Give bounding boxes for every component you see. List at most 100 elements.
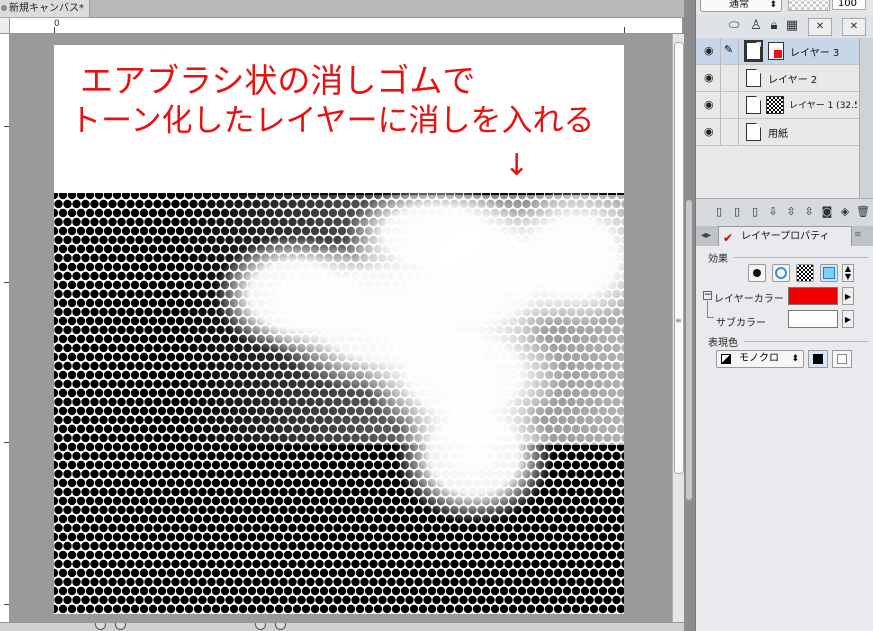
blend-mode-select[interactable]: 通常 ⬍ [700, 0, 782, 12]
layer-color-menu-arrow[interactable]: ▶ [842, 287, 854, 305]
effect-extract-line-button[interactable] [772, 264, 790, 282]
vertical-ruler [0, 34, 10, 622]
pen-edit-icon: ✎ [724, 43, 734, 56]
layer-row-3[interactable]: ◉ ✎ レイヤー 3 [696, 38, 859, 65]
tree-connector [707, 301, 714, 318]
new-raster-layer-icon[interactable]: ▯ [712, 205, 726, 219]
eye-icon[interactable]: ◉ [704, 44, 714, 57]
sub-color-label: サブカラー [716, 318, 766, 329]
layer-row-paper[interactable]: ◉ 用紙 [696, 119, 859, 146]
layer-toolbar: ⬭ ♙ 🔒︎ ▦ ✕ ✕ [696, 14, 873, 39]
layer-color-label: レイヤーカラー [714, 294, 784, 305]
right-panel: 通常 ⬍ 100 ⬭ ♙ 🔒︎ ▦ ✕ ✕ ◉ ✎ レイヤー 3 ◉ レイヤー … [696, 0, 873, 631]
layer-name: レイヤー 1 (32.5 [789, 101, 857, 111]
ruler-tick [624, 27, 625, 33]
apply-mask-icon[interactable]: ◈ [838, 205, 852, 219]
layer-row-1[interactable]: ◉ レイヤー 1 (32.5 [696, 92, 859, 119]
layer-thumbnail [746, 69, 761, 87]
document-tab[interactable]: 新規キャンバス* [0, 0, 90, 18]
zoom-out-icon[interactable] [95, 623, 106, 630]
tab-layer-property-label: レイヤープロパティ [741, 231, 830, 242]
chevron-updown-icon: ⬍ [791, 354, 799, 364]
effect-border-button[interactable] [748, 264, 766, 282]
eye-icon[interactable]: ◉ [704, 98, 714, 111]
blend-mode-value: 通常 [729, 0, 749, 10]
trash-icon[interactable]: 🗑︎ [856, 205, 870, 219]
ruler-corner [0, 18, 10, 34]
blend-row: 通常 ⬍ 100 [696, 0, 873, 15]
monochrome-icon [721, 354, 731, 364]
layer-name: レイヤー 2 [768, 75, 818, 86]
rotate-left-icon[interactable] [255, 623, 266, 630]
ruler-tick [54, 27, 55, 33]
color-square-icon [823, 267, 835, 279]
eye-icon[interactable]: ◉ [704, 71, 714, 84]
expression-color-label: 表現色 [708, 338, 738, 349]
mask-icon[interactable]: ✕ [808, 18, 832, 36]
tone-thumbnail [766, 96, 784, 114]
close-tab-icon[interactable] [1, 5, 7, 11]
eye-icon[interactable]: ◉ [704, 125, 714, 138]
vertical-scrollbar[interactable]: ≡ [672, 34, 684, 622]
tab-layer-property[interactable]: ✔ レイヤープロパティ [718, 226, 852, 246]
annotation-arrow: ↓ [504, 148, 529, 183]
divider [734, 257, 868, 258]
canvas-drawing[interactable]: エアブラシ状の消しゴムで トーン化したレイヤーに消しを入れる ↓ [54, 45, 624, 614]
effect-scroll-arrows[interactable]: ▲ ▼ [842, 264, 854, 282]
layer-color-thumbnail [768, 42, 784, 60]
layer-bottom-toolbar: ▯ ▯ ▯ ⇩ ⇳ ⇳ ◙ ◈ 🗑︎ [696, 198, 873, 227]
layer-color-swatch[interactable] [788, 287, 838, 305]
property-tab-bar: ◂▸ ✔ レイヤープロパティ ≋ [696, 226, 873, 247]
layer-row-2[interactable]: ◉ レイヤー 2 [696, 65, 859, 92]
panel-splitter[interactable] [684, 0, 696, 631]
annotation-text-line1: エアブラシ状の消しゴムで [80, 61, 475, 100]
effect-tone-button[interactable] [796, 264, 814, 282]
white-square-icon [837, 354, 847, 364]
effect-layer-color-button[interactable] [820, 264, 838, 282]
reference-icon[interactable]: ♙ [748, 18, 764, 34]
zoom-in-icon[interactable] [115, 623, 126, 630]
ruler-tick [4, 604, 9, 605]
lock-transparency-icon[interactable]: ▦ [784, 18, 800, 34]
layer-name: 用紙 [768, 129, 788, 140]
chevron-updown-icon: ⬍ [769, 0, 777, 10]
clip-icon[interactable]: ⬭ [726, 18, 742, 34]
effect-label: 効果 [708, 254, 728, 265]
splitter-handle[interactable] [686, 200, 692, 500]
merge-down-icon[interactable]: ⇳ [784, 205, 798, 219]
opacity-slider[interactable] [788, 0, 830, 11]
lock-icon[interactable]: 🔒︎ [766, 18, 782, 34]
layer-name: レイヤー 3 [790, 48, 840, 59]
tab-strip [90, 0, 695, 18]
sub-color-swatch[interactable] [788, 310, 838, 328]
new-folder-icon[interactable]: ▯ [748, 205, 762, 219]
mask-add-icon[interactable]: ◙ [820, 205, 834, 219]
circle-icon [775, 267, 787, 279]
sub-color-menu-arrow[interactable]: ▶ [842, 310, 854, 328]
rotate-right-icon[interactable] [275, 623, 286, 630]
layer-list-scrollbar[interactable] [859, 38, 873, 198]
divider [744, 341, 868, 342]
layer-thumbnail [746, 96, 761, 114]
tab-other-icon[interactable]: ≋ [854, 230, 870, 244]
transfer-down-icon[interactable]: ⇩ [766, 205, 780, 219]
ruler-tick [4, 126, 9, 127]
combine-icon[interactable]: ⇳ [802, 205, 816, 219]
layer-thumbnail [744, 40, 763, 62]
scrollbar-thumb[interactable] [674, 42, 684, 474]
canvas-paper[interactable]: エアブラシ状の消しゴムで トーン化したレイヤーに消しを入れる ↓ [54, 45, 624, 614]
new-vector-layer-icon[interactable]: ▯ [730, 205, 744, 219]
panel-menu-icon[interactable]: ◂▸ [698, 228, 714, 244]
collapse-icon[interactable]: − [703, 291, 712, 300]
opacity-input[interactable]: 100 [832, 0, 866, 10]
black-output-toggle[interactable] [808, 350, 828, 368]
expression-color-select[interactable]: モノクロ ⬍ [716, 350, 804, 368]
ruler-tick [4, 442, 9, 443]
white-output-toggle[interactable] [832, 350, 852, 368]
annotation-text-line2: トーン化したレイヤーに消しを入れる [70, 103, 595, 139]
dot-icon [753, 269, 761, 277]
ruler-link-icon[interactable]: ✕ [842, 18, 866, 36]
document-tab-title: 新規キャンバス* [9, 3, 84, 14]
layer-property-panel: 効果 ▲ ▼ − レイヤーカラー ▶ サブカラー ▶ 表現色 モノクロ ⬍ [696, 246, 873, 631]
layer-list: ◉ ✎ レイヤー 3 ◉ レイヤー 2 ◉ レイヤー 1 (32.5 ◉ 用紙 [696, 38, 859, 198]
